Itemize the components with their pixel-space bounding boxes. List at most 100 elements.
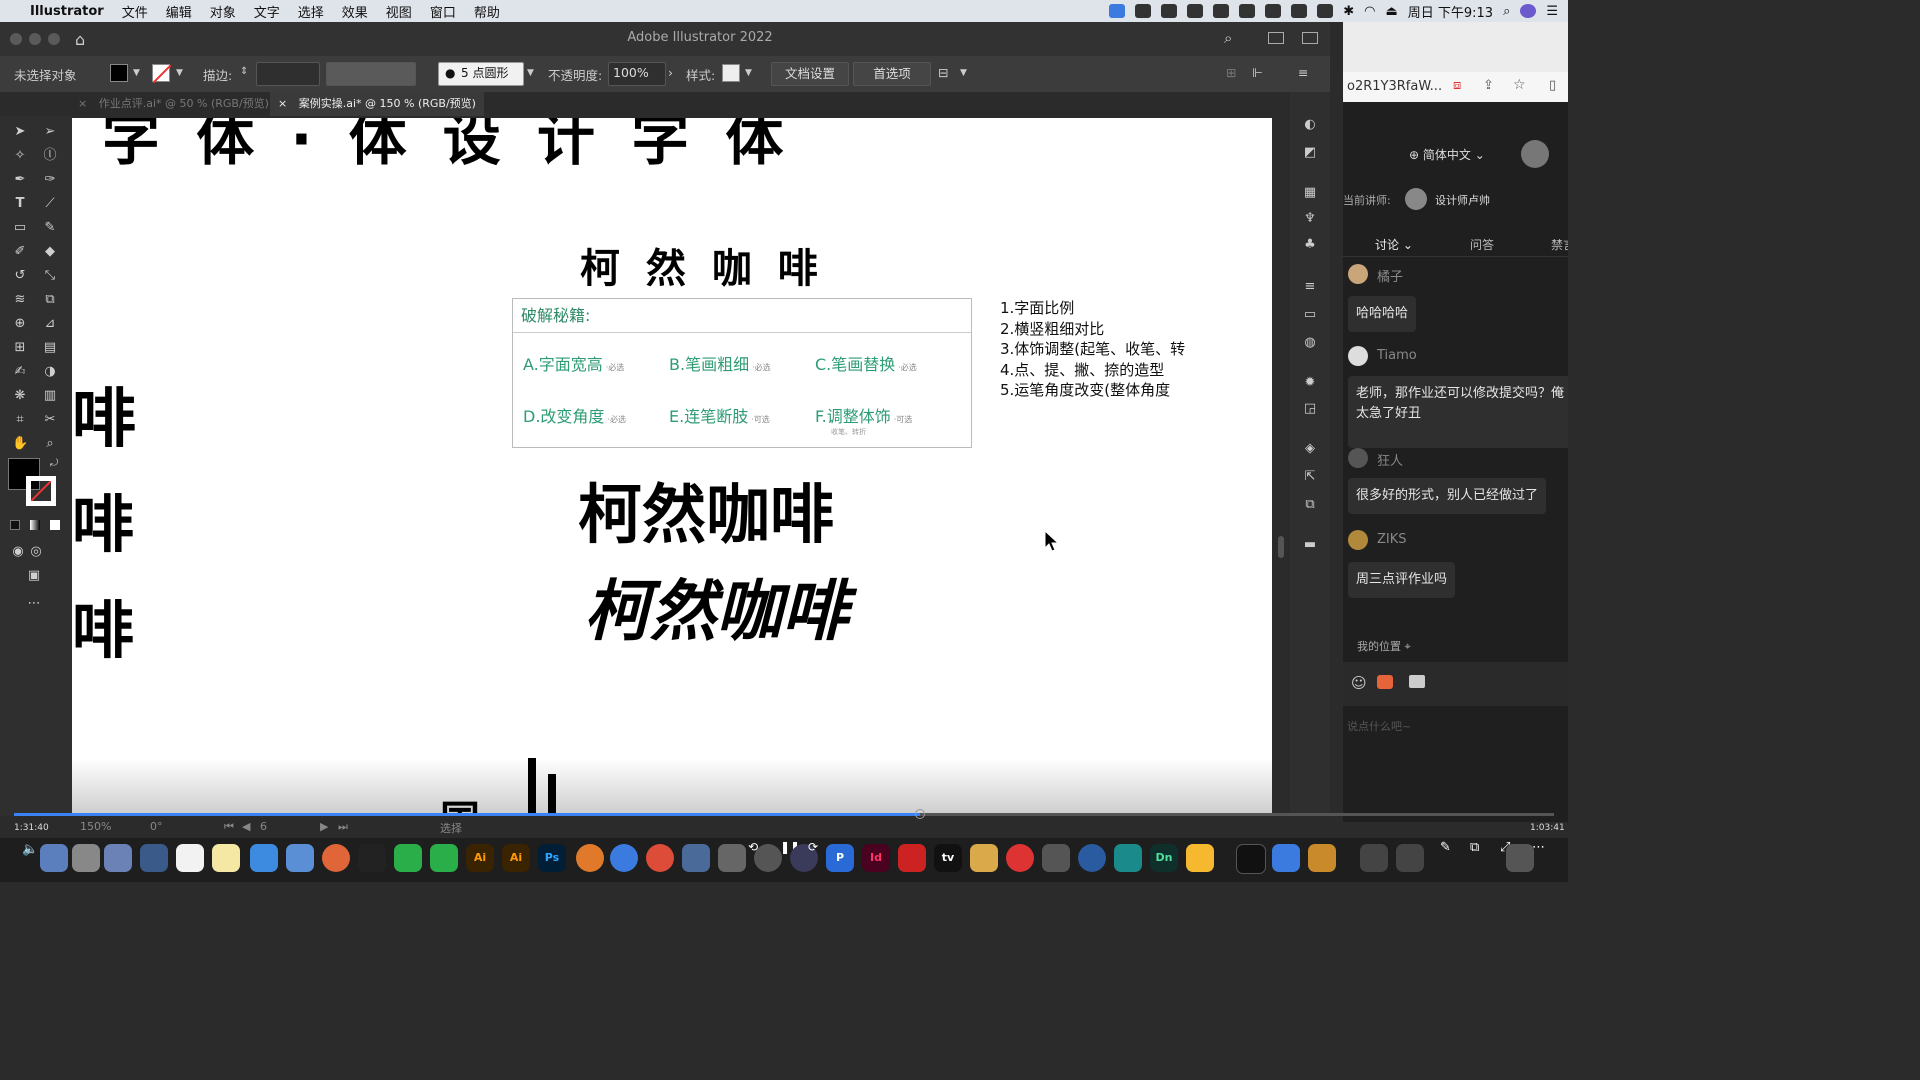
airplay-icon[interactable]	[1291, 4, 1308, 18]
draw-behind-icon[interactable]: ◎	[28, 544, 44, 560]
appearance-icon[interactable]: ✹	[1302, 376, 1318, 390]
first-artboard-icon[interactable]: ⏮	[224, 820, 234, 834]
menu-file[interactable]: 文件	[122, 2, 148, 21]
comments-icon[interactable]: ▬	[1302, 538, 1318, 552]
edit-toolbar-icon[interactable]: ⋯	[26, 596, 42, 612]
menu-object[interactable]: 对象	[210, 2, 236, 21]
stroke-color-swatch[interactable]	[152, 64, 172, 84]
location-label[interactable]: 我的位置 ⌖	[1357, 638, 1411, 654]
notes-app-icon[interactable]	[212, 844, 240, 872]
vertical-scrollbar[interactable]	[1274, 118, 1288, 816]
perspective-grid-tool-icon[interactable]: ⊿	[42, 316, 58, 332]
export-icon[interactable]: ⇱	[1302, 470, 1318, 484]
tab-document-active[interactable]: × 案例实操.ai* @ 150 % (RGB/预览)	[270, 92, 484, 116]
app-icon[interactable]	[576, 844, 604, 872]
menu-type[interactable]: 文字	[254, 2, 280, 21]
eyedropper-tool-icon[interactable]: ✍	[12, 364, 28, 380]
progress-handle[interactable]	[915, 809, 925, 819]
chevron-down-icon[interactable]: ▼	[176, 68, 183, 78]
isolate-icon[interactable]: ⊩	[1252, 65, 1263, 80]
menu-effect[interactable]: 效果	[342, 2, 368, 21]
type-tool-icon[interactable]: T	[12, 196, 28, 212]
stroke-panel-icon[interactable]: ≡	[1302, 280, 1318, 294]
width-tool-icon[interactable]: ≋	[12, 292, 28, 308]
stepper-icon[interactable]: ⇕	[240, 66, 248, 77]
menu-select[interactable]: 选择	[298, 2, 324, 21]
graphic-styles-icon[interactable]: ◲	[1302, 402, 1318, 416]
downloads-stack-icon[interactable]	[1360, 844, 1388, 872]
app-icon[interactable]	[104, 844, 132, 872]
eject-icon[interactable]: ⏏	[1385, 4, 1397, 19]
variable-width-profile[interactable]	[326, 62, 416, 86]
tray-app-icon[interactable]	[1265, 4, 1282, 18]
symbols-icon[interactable]: ♣	[1302, 238, 1318, 252]
document-stack-icon[interactable]	[1396, 844, 1424, 872]
tray-app-icon[interactable]	[1161, 4, 1178, 18]
gradient-tool-icon[interactable]: ▤	[42, 340, 58, 356]
graphic-style-swatch[interactable]	[722, 64, 740, 82]
gradient-panel-icon[interactable]: ▭	[1302, 308, 1318, 322]
tab-qa[interactable]: 问答	[1470, 236, 1494, 253]
close-icon[interactable]: ×	[278, 97, 287, 110]
scale-tool-icon[interactable]: ⤡	[42, 268, 58, 284]
photoshop-app-icon[interactable]: Ps	[538, 844, 566, 872]
netease-music-app-icon[interactable]	[1006, 844, 1034, 872]
transform-icon[interactable]: ⊞	[1226, 65, 1236, 80]
zoom-tool-icon[interactable]: ⌕	[42, 436, 58, 452]
workspace-switcher-icon[interactable]	[1268, 32, 1284, 44]
rotate-tool-icon[interactable]: ↺	[12, 268, 28, 284]
qq-app-icon[interactable]	[358, 844, 386, 872]
chevron-down-icon[interactable]: ▼	[133, 68, 140, 78]
app-icon[interactable]	[1272, 844, 1300, 872]
app-icon[interactable]: P	[826, 844, 854, 872]
app-icon[interactable]	[1078, 844, 1106, 872]
menubar-clock[interactable]: 周日 下午9:13	[1408, 2, 1493, 21]
app-icon[interactable]	[140, 844, 168, 872]
blend-tool-icon[interactable]: ◑	[42, 364, 58, 380]
dimension-app-icon[interactable]: Dn	[1150, 844, 1178, 872]
curvature-tool-icon[interactable]: ✑	[42, 172, 58, 188]
app-store-icon[interactable]	[250, 844, 278, 872]
address-bar[interactable]: o2R1Y3RfaW... ⧈ ⇪ ☆ ▯	[1343, 72, 1568, 102]
app-icon[interactable]	[286, 844, 314, 872]
chat-input[interactable]: 说点什么吧~	[1347, 718, 1411, 734]
artboards-icon[interactable]: ⧉	[1302, 498, 1318, 512]
app-icon[interactable]	[682, 844, 710, 872]
menu-edit[interactable]: 编辑	[166, 2, 192, 21]
selection-tool-icon[interactable]: ➤	[12, 124, 28, 140]
trash-icon[interactable]	[1506, 844, 1534, 872]
chevron-right-icon[interactable]: ›	[668, 65, 673, 80]
chrome-app-icon[interactable]	[646, 844, 674, 872]
forward-30-icon[interactable]: ⟳	[808, 840, 818, 854]
share-icon[interactable]: ⇪	[1483, 78, 1494, 93]
illustrator-app-icon[interactable]: Ai	[466, 844, 494, 872]
libraries-icon[interactable]: ◩	[1302, 146, 1318, 160]
swap-fill-stroke-icon[interactable]: ⤾	[46, 456, 62, 472]
app-icon[interactable]	[754, 844, 782, 872]
pip-icon[interactable]: ⧉	[1470, 840, 1479, 855]
more-options-icon[interactable]: ⋯	[1532, 840, 1545, 855]
shaper-tool-icon[interactable]: ✐	[12, 244, 28, 260]
siri-icon[interactable]	[1520, 4, 1537, 18]
indesign-app-icon[interactable]: Id	[862, 844, 890, 872]
app-icon[interactable]	[1308, 844, 1336, 872]
input-method-icon[interactable]	[1317, 4, 1334, 18]
last-artboard-icon[interactable]: ⏭	[338, 820, 348, 834]
tray-app-icon[interactable]	[1135, 4, 1152, 18]
hand-tool-icon[interactable]: ✋	[12, 436, 28, 452]
app-icon[interactable]	[1114, 844, 1142, 872]
chevron-down-icon[interactable]: ▼	[960, 68, 967, 78]
stroke-weight-input[interactable]	[256, 62, 320, 86]
transparency-icon[interactable]: ◍	[1302, 336, 1318, 350]
chevron-down-icon[interactable]: ▼	[745, 68, 752, 78]
prev-artboard-icon[interactable]: ◀	[242, 820, 250, 833]
language-selector[interactable]: ⊕ 简体中文 ⌄	[1409, 146, 1485, 163]
artboard-number[interactable]: 6	[260, 820, 267, 833]
swatches-icon[interactable]: ▦	[1302, 186, 1318, 200]
preferences-button[interactable]: 首选项	[853, 62, 931, 86]
emoji-icon[interactable]: ☺	[1351, 674, 1367, 692]
screen-mode-icon[interactable]: ▣	[26, 568, 42, 584]
app-icon[interactable]	[970, 844, 998, 872]
document-setup-button[interactable]: 文档设置	[771, 62, 849, 86]
folder-icon[interactable]	[1409, 675, 1425, 688]
